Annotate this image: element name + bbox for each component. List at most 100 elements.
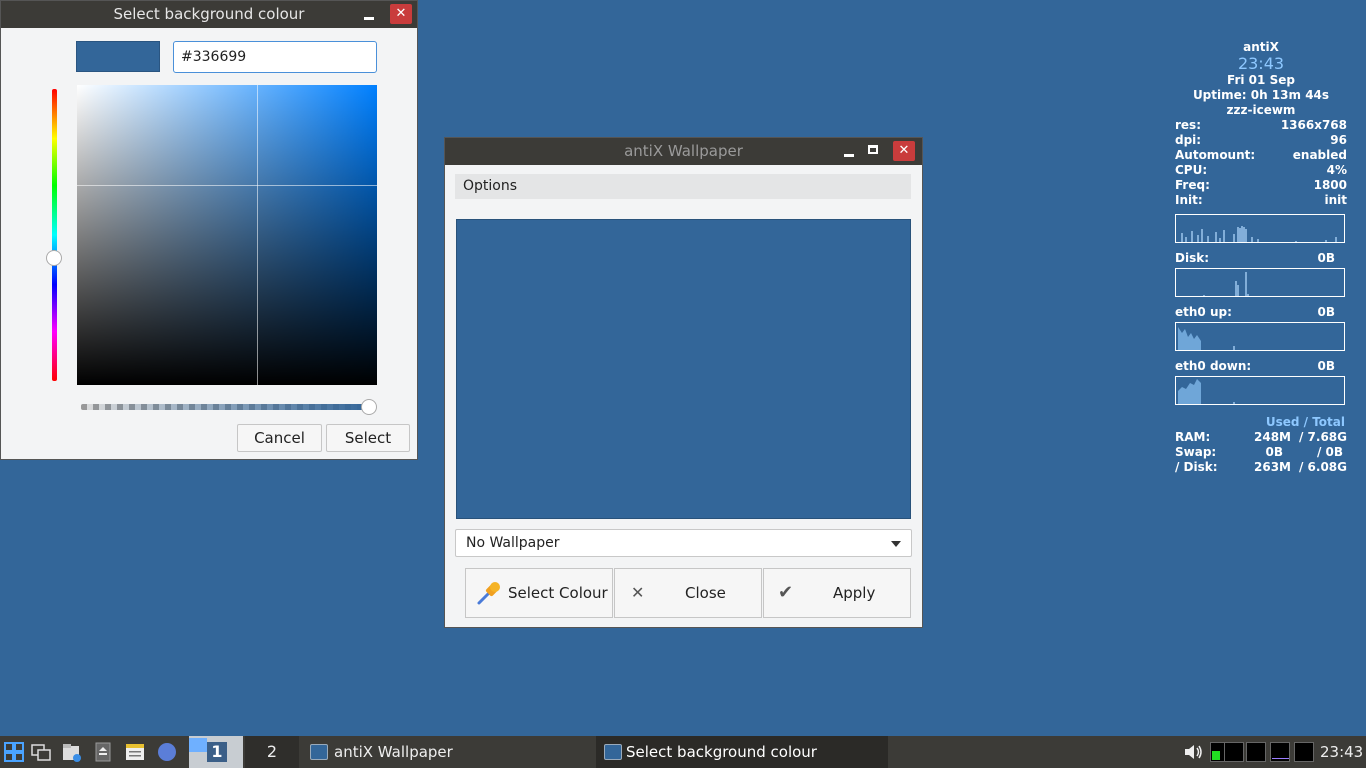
wallpaper-window-titlebar[interactable]: antiX Wallpaper ✕ <box>445 138 922 165</box>
window-icon <box>310 744 328 760</box>
usage-used: 263M <box>1254 460 1291 474</box>
show-desktop-icon[interactable] <box>30 741 52 763</box>
stat-value: 0B <box>1317 359 1336 373</box>
hostname: antiX <box>1243 40 1279 54</box>
stat-label: res: <box>1175 118 1201 132</box>
stat-label: eth0 up: <box>1175 305 1232 319</box>
workspace-2-label: 2 <box>266 742 278 761</box>
colour-dialog-title: Select background colour <box>113 5 305 23</box>
disk-monitor-icon <box>1294 742 1314 762</box>
stat-value: enabled <box>1292 148 1347 162</box>
task-antix-wallpaper[interactable]: antiX Wallpaper <box>302 736 592 768</box>
wallpaper-select[interactable]: No Wallpaper <box>455 529 912 557</box>
colour-dialog: Select background colour ✕ Cancel Select <box>0 0 418 460</box>
stat-value: 96 <box>1330 133 1347 147</box>
workspace-2-button[interactable]: 2 <box>245 736 299 768</box>
select-colour-button[interactable]: Select Colour <box>465 568 613 618</box>
stat-row: Init: init <box>1175 193 1347 208</box>
network-monitor-icon <box>1246 742 1266 762</box>
apply-button[interactable]: ✔ Apply <box>763 568 911 618</box>
usage-row: Swap: 0B / 0B <box>1175 445 1347 460</box>
cancel-button[interactable]: Cancel <box>237 424 322 452</box>
usage-used: 0B <box>1265 445 1284 459</box>
stat-label: dpi: <box>1175 133 1202 147</box>
stat-row: Freq: 1800 <box>1175 178 1347 193</box>
stat-label: Disk: <box>1175 251 1209 265</box>
task-select-background-colour[interactable]: Select background colour <box>596 736 888 768</box>
stat-row: res: 1366x768 <box>1175 118 1347 133</box>
options-menu[interactable]: Options <box>455 174 911 199</box>
apply-label: Apply <box>833 584 876 602</box>
usage-total: / 6.08G <box>1298 460 1347 474</box>
usage-total: / 7.68G <box>1298 430 1347 444</box>
stat-value: 1800 <box>1313 178 1347 192</box>
stat-label: Freq: <box>1175 178 1210 192</box>
mount-icon[interactable] <box>92 741 114 763</box>
close-window-button[interactable]: ✕ Close <box>614 568 762 618</box>
usage-header: Used / Total <box>1265 415 1345 429</box>
hex-colour-input[interactable] <box>173 41 377 73</box>
cpu-graph <box>1175 214 1345 243</box>
eth-down-row: eth0 down: 0B <box>1175 359 1347 374</box>
volume-icon[interactable] <box>1182 741 1204 763</box>
close-button[interactable]: ✕ <box>390 4 412 24</box>
wallpaper-window: antiX Wallpaper ✕ Options No Wallpaper S… <box>444 137 923 628</box>
stat-value: 1366x768 <box>1280 118 1347 132</box>
alpha-slider-handle[interactable] <box>361 399 377 415</box>
stat-value: 4% <box>1326 163 1347 177</box>
start-menu-icon[interactable] <box>3 741 25 763</box>
conky-time: 23:43 <box>1237 54 1285 73</box>
network-monitor-icon <box>1270 742 1290 762</box>
conky-system-monitor: antiX 23:43 Fri 01 Sep Uptime: 0h 13m 44… <box>1175 40 1347 475</box>
stat-row: CPU: 4% <box>1175 163 1347 178</box>
wallpaper-window-title: antiX Wallpaper <box>624 142 743 160</box>
minimize-button[interactable] <box>358 4 380 24</box>
colour-dialog-titlebar[interactable]: Select background colour ✕ <box>1 1 417 28</box>
usage-label: RAM: <box>1175 430 1211 444</box>
usage-label: / Disk: <box>1175 460 1218 474</box>
current-colour-swatch <box>76 41 160 72</box>
minimize-button[interactable] <box>838 141 860 161</box>
task-label: antiX Wallpaper <box>334 743 453 761</box>
taskbar-clock[interactable]: 23:43 <box>1320 736 1364 768</box>
hue-slider[interactable] <box>52 89 57 381</box>
usage-used: 248M <box>1254 430 1291 444</box>
stat-value: init <box>1324 193 1347 207</box>
wallpaper-preview <box>456 219 911 519</box>
eth-up-row: eth0 up: 0B <box>1175 305 1347 320</box>
hue-slider-handle[interactable] <box>46 250 62 266</box>
disk-graph <box>1175 268 1345 297</box>
eyedropper-icon <box>477 582 500 605</box>
select-button[interactable]: Select <box>326 424 410 452</box>
stat-row: dpi: 96 <box>1175 133 1347 148</box>
maximize-button[interactable] <box>863 141 885 161</box>
workspace-1-button[interactable]: 1 <box>189 736 243 768</box>
text-editor-icon[interactable] <box>124 741 146 763</box>
window-manager: zzz-icewm <box>1226 103 1296 117</box>
crosshair-horizontal <box>77 185 377 186</box>
usage-label: Swap: <box>1175 445 1217 459</box>
conky-date: Fri 01 Sep <box>1227 73 1295 87</box>
chevron-down-icon <box>891 541 901 547</box>
alpha-slider[interactable] <box>81 404 371 410</box>
select-colour-label: Select Colour <box>508 584 608 602</box>
saturation-value-plane[interactable] <box>77 85 377 385</box>
workspace-indicator <box>189 738 207 752</box>
stat-label: Init: <box>1175 193 1203 207</box>
stat-label: CPU: <box>1175 163 1208 177</box>
stat-value: 0B <box>1317 251 1336 265</box>
eth-up-graph <box>1175 322 1345 351</box>
stat-label: eth0 down: <box>1175 359 1252 373</box>
eth-down-graph <box>1175 376 1345 405</box>
stat-label: Automount: <box>1175 148 1256 162</box>
usage-row: RAM: 248M / 7.68G <box>1175 430 1347 445</box>
close-button[interactable]: ✕ <box>893 141 915 161</box>
uptime: Uptime: 0h 13m 44s <box>1192 88 1330 102</box>
crosshair-vertical <box>257 85 258 385</box>
disk-row: Disk: 0B <box>1175 251 1347 266</box>
close-label: Close <box>685 584 726 602</box>
web-browser-icon[interactable] <box>156 741 178 763</box>
file-manager-icon[interactable] <box>61 741 83 763</box>
taskbar: 1 2 antiX Wallpaper Select background co… <box>0 736 1366 768</box>
wallpaper-select-value: No Wallpaper <box>466 535 560 551</box>
